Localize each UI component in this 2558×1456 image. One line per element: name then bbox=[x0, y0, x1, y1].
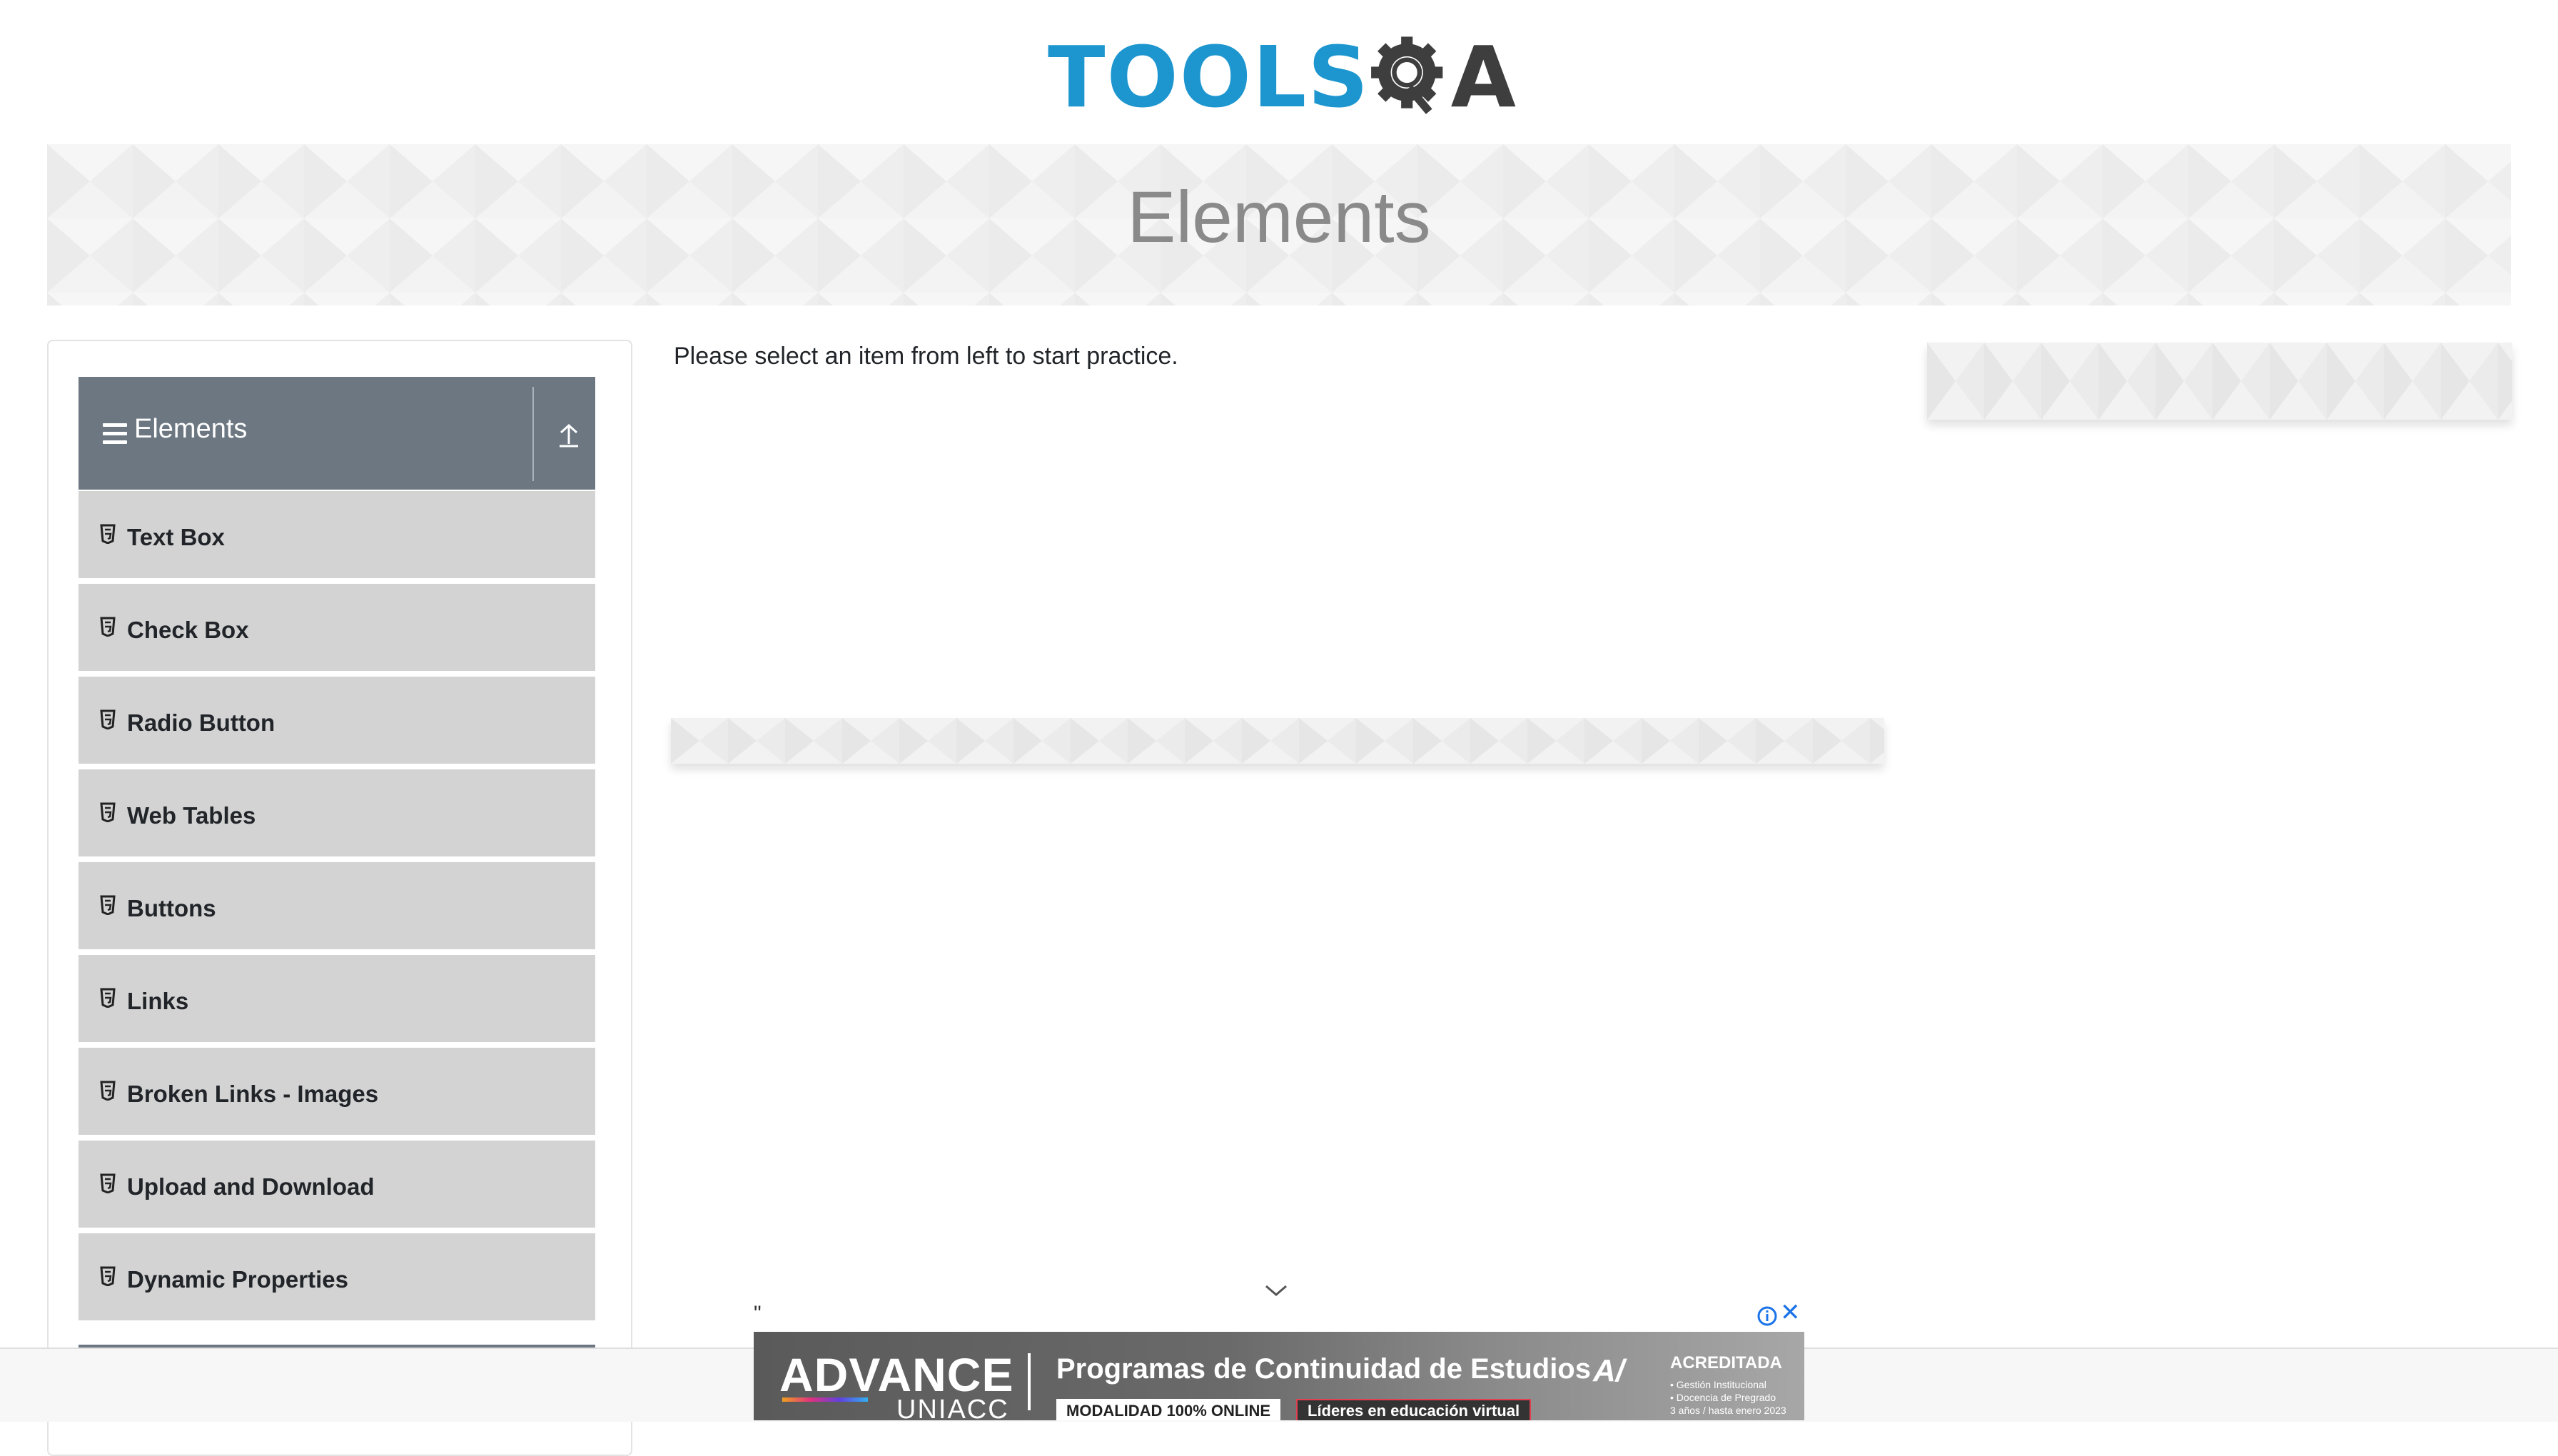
intro-text: Please select an item from left to start… bbox=[674, 343, 1178, 370]
sidebar-item-buttons[interactable]: Buttons bbox=[79, 862, 595, 952]
sidebar-item-label: Text Box bbox=[127, 524, 225, 550]
ad-brand-sub: UNIACC bbox=[896, 1395, 1009, 1420]
html5-icon bbox=[100, 524, 116, 544]
html5-icon bbox=[100, 802, 116, 822]
accreditation-title: ACREDITADA bbox=[1670, 1353, 1782, 1372]
sidebar-item-links[interactable]: Links bbox=[79, 955, 595, 1045]
sidebar-item-label: Dynamic Properties bbox=[127, 1266, 348, 1293]
ad-pill-online: MODALIDAD 100% ONLINE bbox=[1056, 1399, 1281, 1420]
sidebar-item-label: Web Tables bbox=[127, 802, 256, 829]
ad-pill-leaders: Líderes en educación virtual bbox=[1296, 1399, 1532, 1420]
header-divider bbox=[532, 387, 534, 481]
gear-magnifier-icon bbox=[1371, 36, 1443, 114]
sidebar-item-label: Upload and Download bbox=[127, 1173, 375, 1200]
sidebar-item-upload-and-download[interactable]: Upload and Download bbox=[79, 1141, 595, 1230]
html5-icon bbox=[100, 709, 116, 729]
sidebar-item-check-box[interactable]: Check Box bbox=[79, 584, 595, 674]
ad-brand-stripe bbox=[782, 1397, 868, 1402]
logo-text-a: A bbox=[1450, 28, 1516, 126]
hamburger-icon bbox=[103, 423, 127, 445]
html5-icon bbox=[100, 895, 116, 915]
sidebar-item-text-box[interactable]: Text Box bbox=[79, 491, 595, 581]
html5-icon bbox=[100, 1173, 116, 1193]
sidebar-item-label: Check Box bbox=[127, 617, 249, 643]
html5-icon bbox=[100, 1081, 116, 1101]
ad-headline: Programas de Continuidad de Estudios bbox=[1056, 1353, 1591, 1385]
ad-pattern bbox=[671, 718, 1884, 764]
ad-divider bbox=[1028, 1353, 1031, 1410]
accreditation-line: • Docencia de Pregrado bbox=[1670, 1392, 1776, 1403]
collapse-up-icon[interactable] bbox=[557, 420, 581, 448]
page-title: Elements bbox=[1127, 176, 1431, 258]
html5-icon bbox=[100, 988, 116, 1008]
sidebar-item-web-tables[interactable]: Web Tables bbox=[79, 769, 595, 859]
page-banner: Elements bbox=[47, 144, 2511, 305]
ad-pattern bbox=[1927, 343, 2512, 420]
accreditation-logo: A/ bbox=[1593, 1353, 1624, 1388]
sidebar-item-label: Buttons bbox=[127, 895, 216, 921]
accreditation-line: 3 años / hasta enero 2023 bbox=[1670, 1405, 1786, 1416]
close-icon[interactable]: ✕ bbox=[1780, 1300, 1801, 1325]
ad-placeholder-right bbox=[1927, 343, 2512, 420]
sidebar-item-radio-button[interactable]: Radio Button bbox=[79, 677, 595, 767]
toolsqa-logo[interactable]: TOOLS A bbox=[1048, 20, 1516, 134]
sidebar-item-broken-links-images[interactable]: Broken Links - Images bbox=[79, 1048, 595, 1138]
accreditation-line: • Gestión Institucional bbox=[1670, 1379, 1766, 1390]
info-icon[interactable] bbox=[1756, 1305, 1779, 1328]
ad-banner[interactable]: ADVANCE UNIACC Programas de Continuidad … bbox=[754, 1332, 1804, 1420]
sidebar-item-label: Radio Button bbox=[127, 709, 275, 736]
chevron-down-icon[interactable] bbox=[1263, 1282, 1289, 1299]
sidebar-item-label: Broken Links - Images bbox=[127, 1081, 379, 1107]
logo-text-tools: TOOLS bbox=[1048, 28, 1370, 126]
sidebar-item-label: Links bbox=[127, 988, 189, 1014]
ad-brand: ADVANCE bbox=[779, 1348, 1014, 1401]
group-title: Elements bbox=[134, 414, 248, 444]
html5-icon bbox=[100, 1266, 116, 1286]
sidebar-item-dynamic-properties[interactable]: Dynamic Properties bbox=[79, 1233, 595, 1323]
group-header-elements[interactable]: Elements bbox=[79, 377, 595, 490]
html5-icon bbox=[100, 617, 116, 637]
ad-quote-mark: " bbox=[754, 1302, 762, 1325]
ad-placeholder-middle bbox=[671, 718, 1884, 764]
